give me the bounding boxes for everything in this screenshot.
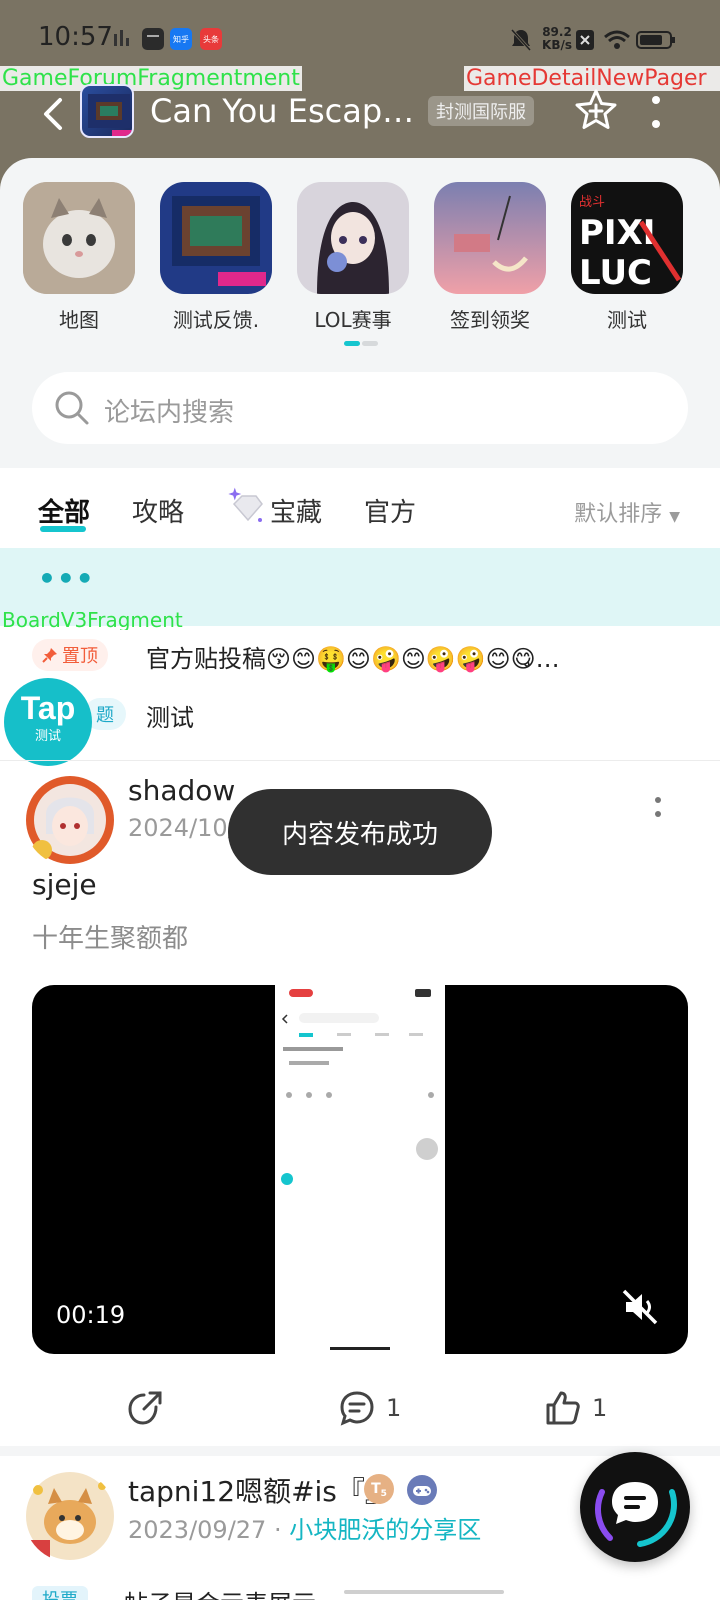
pinned-post-title: 官方贴投稿😚😊🤑😊🤪😊🤪🤪😊😋… [146,645,560,673]
pinned-tag: 置顶 [32,639,108,671]
video-progress-bar [330,1347,390,1350]
cat-photo-icon [23,182,135,294]
close-box-icon [576,30,594,50]
tab-official[interactable]: 官方 [364,492,416,529]
toutiao-icon: 头条 [200,28,222,50]
video-duration: 00:19 [56,1301,126,1329]
chat-fab-button[interactable] [580,1452,690,1562]
section-map[interactable]: 地图 [19,182,139,333]
chat-bubble-icon [595,1482,677,1547]
follow-star-icon[interactable] [574,88,618,132]
section-shortcuts: 地图 测试反馈. LOL赛事 签到领奖 PIXI LUC 战斗 测试 [0,182,720,332]
top-bar: Can You Escape… 封测国际服 [0,84,720,144]
pinned-post-row[interactable]: 置顶 官方贴投稿😚😊🤑😊🤪😊🤪🤪😊😋… [0,627,720,685]
anime-girl-icon [297,182,409,294]
wifi-icon [604,30,630,49]
more-vertical-icon[interactable] [654,796,662,820]
topic-post-title: 测试 [146,704,194,732]
post-actions: 1 1 [0,1380,720,1436]
server-badge: 封测国际服 [428,96,534,126]
more-vertical-icon[interactable] [650,94,662,130]
post-summary: 十年生聚额都 [32,924,189,954]
avatar[interactable] [24,774,116,866]
game-room-icon [88,94,132,136]
tab-treasure[interactable]: 宝藏 [270,492,322,529]
share-icon [128,1391,162,1425]
game-room-icon [160,182,272,294]
section-lol-events[interactable]: LOL赛事 [293,182,413,333]
post-author[interactable]: shadow [128,774,235,807]
section-checkin-reward[interactable]: 签到领奖 [430,182,550,333]
pink-sky-icon [434,182,546,294]
tab-guides[interactable]: 攻略 [132,492,184,529]
gamepad-badge-icon [407,1475,437,1505]
diamond-sparkle-icon [228,487,263,522]
pixel-logo-icon: PIXI LUC 战斗 [571,182,683,294]
svg-text:战斗: 战斗 [579,195,605,210]
sort-dropdown[interactable]: 默认排序 ▼ [574,496,680,528]
svg-text:PIXI: PIXI [579,213,655,253]
zhihu-icon: 知乎 [170,28,192,50]
game-title: Can You Escape… [150,92,420,130]
like-count: 1 [592,1394,608,1422]
forum-search-bar[interactable]: 论坛内搜索 [32,372,688,444]
post-title: 帖子是会示表展示 [124,1584,316,1600]
comment-icon [340,1391,374,1426]
level-badge: T5 [364,1474,394,1504]
network-speed: 89.2 KB/s [542,25,572,52]
back-arrow-icon[interactable] [38,96,70,132]
app-screenshot-thumbnail [275,985,445,1354]
tab-active-indicator [40,526,86,532]
vote-tag: 投票 [32,1586,88,1600]
section-test-feedback[interactable]: 测试反馈. [156,182,276,333]
bell-muted-icon [510,28,532,52]
avatar[interactable] [24,1470,116,1562]
caret-down-icon: ▼ [669,509,680,525]
comment-button[interactable]: 1 [338,1388,401,1428]
comment-count: 1 [386,1394,402,1422]
video-player[interactable]: 00:19 [32,985,688,1354]
forum-tabs: 全部 攻略 宝藏 官方 默认排序 ▼ [0,468,720,548]
like-button[interactable]: 1 [544,1388,607,1428]
share-button[interactable] [126,1388,164,1428]
toast-message: 内容发布成功 [228,789,492,875]
mute-icon[interactable] [620,1287,660,1327]
thumbs-up-icon [546,1391,580,1425]
tap-test-floating-badge[interactable]: Tap 测试 [4,678,92,766]
post-category-link[interactable]: 小块肥沃的分享区 [289,1516,481,1544]
status-time: 10:57 [38,22,113,52]
forum-header-sheet: 地图 测试反馈. LOL赛事 签到领奖 PIXI LUC 战斗 测试 论坛内搜索 [0,158,720,468]
pin-icon [42,648,57,663]
post-title: sjeje [32,868,97,901]
tab-all[interactable]: 全部 [38,492,90,529]
post-meta: 2023/09/27 · 小块肥沃的分享区 [128,1516,482,1544]
post-author[interactable]: tapni12嗯额#is『』 [128,1470,393,1510]
section-test[interactable]: PIXI LUC 战斗 测试 [567,182,687,333]
search-icon [55,391,89,425]
battery-icon [636,31,675,49]
signal-bars-icon [114,30,129,46]
svg-text:LUC: LUC [579,253,652,293]
post-date: 2024/10/ [128,814,236,842]
notification-app-icon [142,28,164,50]
search-placeholder: 论坛内搜索 [104,398,235,428]
loading-dots: ••• [38,562,95,595]
topic-post-row[interactable]: 题 测试 [0,686,720,744]
video-frame [275,985,445,1354]
section-pager [344,341,378,346]
game-icon[interactable] [80,84,134,138]
scroll-indicator [344,1590,504,1594]
